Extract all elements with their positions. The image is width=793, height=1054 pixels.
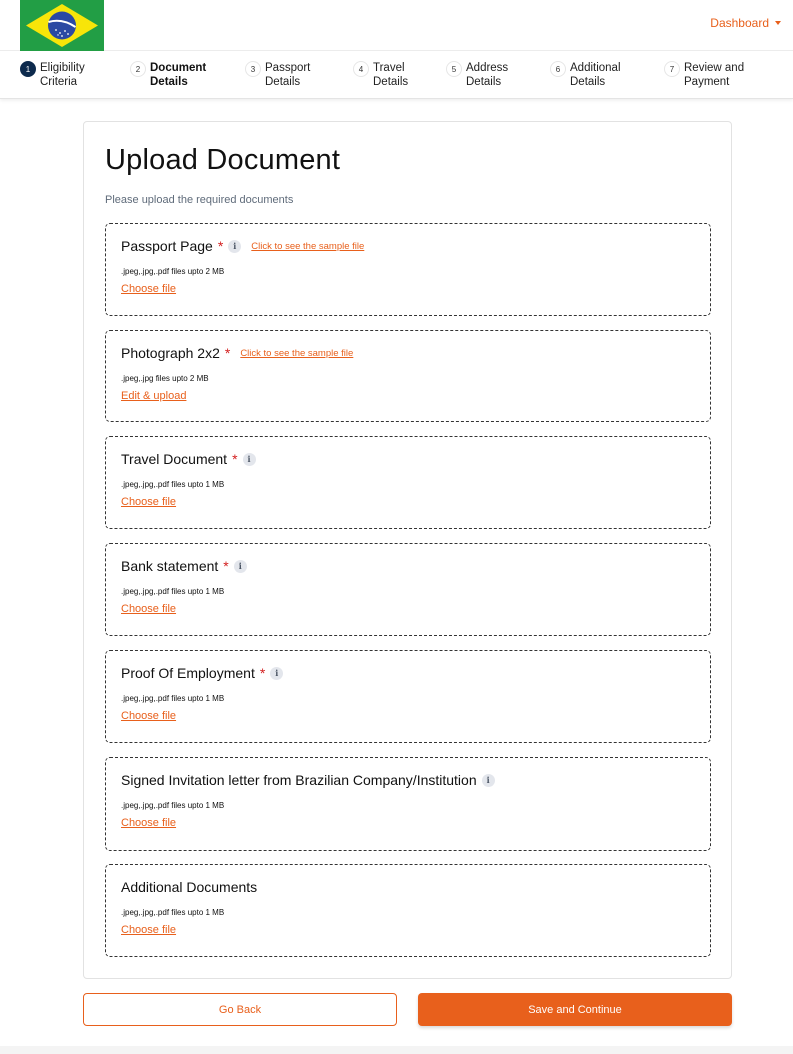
info-icon[interactable]: i [228,239,242,253]
step-number: 5 [446,61,462,77]
top-header: Dashboard [0,0,793,51]
progress-stepper: 1 Eligibility Criteria 2 Document Details … [0,51,793,99]
dashboard-dropdown[interactable]: Dashboard [710,16,781,30]
step-label: Address Details [466,62,509,88]
document-title: Travel Document [121,451,228,467]
sample-file-link[interactable]: Click to see the sample file [251,241,364,252]
info-icon[interactable]: i [270,666,284,680]
upload-box-photograph: Photograph 2x2 * Click to see the sample… [105,330,711,422]
step-label: Eligibility Criteria [40,62,85,88]
info-icon[interactable]: i [233,559,247,573]
footer-strip [0,1046,793,1054]
save-and-continue-button[interactable]: Save and Continue [418,993,732,1026]
upload-box-proof-of-employment: Proof Of Employment * i .jpeg,.jpg,.pdf … [105,650,711,743]
upload-box-travel-document: Travel Document * i .jpeg,.jpg,.pdf file… [105,436,711,529]
upload-box-passport-page: Passport Page * i Click to see the sampl… [105,223,711,316]
go-back-button[interactable]: Go Back [83,993,397,1026]
step-label: Document Details [150,62,207,88]
dashboard-label: Dashboard [710,16,769,30]
step-number: 2 [130,61,146,77]
required-marker: * [224,345,231,361]
step-label: Passport Details [265,62,311,88]
file-type-hint: .jpeg,.jpg,.pdf files upto 2 MB [121,267,225,276]
step-label: Travel Details [373,62,409,88]
file-type-hint: .jpeg,.jpg,.pdf files upto 1 MB [121,480,225,489]
step-additional-details[interactable]: 6 Additional Details [550,61,621,89]
upload-document-card: Upload Document Please upload the requir… [83,121,732,979]
step-label: Additional Details [570,62,621,88]
step-number: 6 [550,61,566,77]
required-marker: * [232,451,238,467]
step-number: 7 [664,61,680,77]
choose-file-link[interactable]: Choose file [121,283,176,295]
choose-file-link[interactable]: Choose file [121,710,176,722]
step-address-details[interactable]: 5 Address Details [446,61,508,89]
step-number: 4 [353,61,369,77]
document-title: Photograph 2x2 [121,345,220,361]
file-type-hint: .jpeg,.jpg files upto 2 MB [121,374,209,383]
file-type-hint: .jpeg,.jpg,.pdf files upto 1 MB [121,801,225,810]
info-icon[interactable]: i [481,773,495,787]
brazil-flag-icon [20,0,104,51]
document-title: Proof Of Employment [121,665,255,681]
upload-box-invitation-letter: Signed Invitation letter from Brazilian … [105,757,711,851]
page-title: Upload Document [105,144,341,176]
step-number: 3 [245,61,261,77]
document-title: Additional Documents [121,879,258,895]
document-title: Signed Invitation letter from Brazilian … [121,772,477,788]
caret-down-icon [775,21,781,25]
upload-box-additional-documents: Additional Documents .jpeg,.jpg,.pdf fil… [105,864,711,957]
upload-box-bank-statement: Bank statement * i .jpeg,.jpg,.pdf files… [105,543,711,636]
required-marker: * [259,665,266,681]
step-document-details[interactable]: 2 Document Details [130,61,206,89]
choose-file-link[interactable]: Choose file [121,817,176,829]
page-subtitle: Please upload the required documents [105,194,294,206]
choose-file-link[interactable]: Choose file [121,496,176,508]
required-marker: * [223,558,229,574]
step-label: Review and Payment [684,62,745,88]
choose-file-link[interactable]: Choose file [121,924,176,936]
step-review-and-payment[interactable]: 7 Review and Payment [664,61,744,89]
document-title: Bank statement [121,558,219,574]
step-passport-details[interactable]: 3 Passport Details [245,61,310,89]
edit-upload-link[interactable]: Edit & upload [121,390,186,402]
step-travel-details[interactable]: 4 Travel Details [353,61,408,89]
step-eligibility-criteria[interactable]: 1 Eligibility Criteria [20,61,85,89]
info-icon[interactable]: i [242,452,256,466]
file-type-hint: .jpeg,.jpg,.pdf files upto 1 MB [121,908,225,917]
file-type-hint: .jpeg,.jpg,.pdf files upto 1 MB [121,694,225,703]
file-type-hint: .jpeg,.jpg,.pdf files upto 1 MB [121,587,225,596]
choose-file-link[interactable]: Choose file [121,603,176,615]
document-title: Passport Page [121,238,213,254]
sample-file-link[interactable]: Click to see the sample file [240,348,353,359]
step-number: 1 [20,61,36,77]
required-marker: * [217,238,224,254]
